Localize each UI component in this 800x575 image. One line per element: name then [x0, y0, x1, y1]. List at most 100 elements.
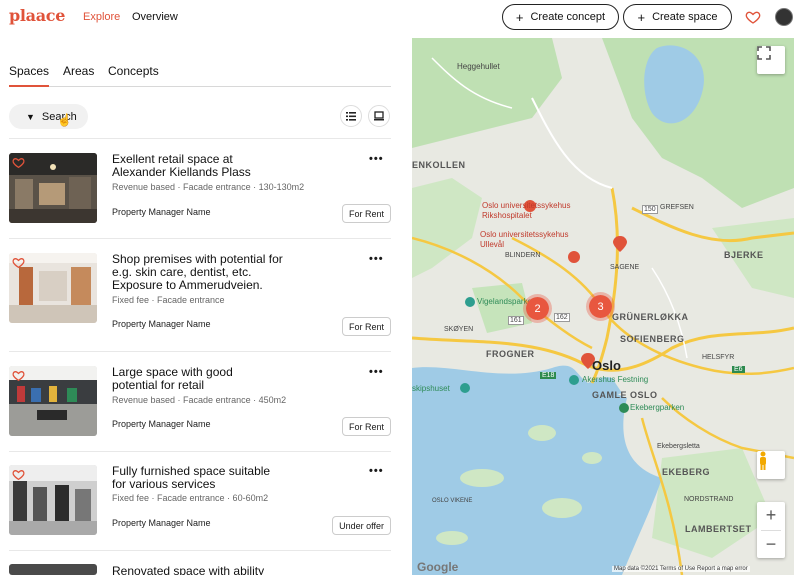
map-label-park: Ekebergparken	[630, 403, 685, 412]
property-manager-name: Property Manager Name	[112, 518, 211, 528]
map-label: ENKOLLEN	[412, 160, 466, 170]
map-label: FROGNER	[486, 349, 535, 359]
listing-image[interactable]	[9, 253, 97, 323]
fullscreen-button[interactable]	[757, 46, 785, 74]
map-label-city: Oslo	[592, 358, 621, 373]
map-label: Heggehullet	[457, 62, 500, 71]
listing-card[interactable]: Fully furnished space suitable for vario…	[9, 465, 391, 551]
fullscreen-icon	[757, 46, 771, 60]
favorite-heart-icon[interactable]	[12, 256, 25, 269]
listing-title[interactable]: Fully furnished space suitable for vario…	[112, 465, 282, 491]
map-label: BLINDERN	[505, 252, 541, 259]
more-options-button[interactable]: •••	[369, 366, 384, 378]
map-label: SOFIENBERG	[620, 334, 685, 344]
listing-image[interactable]	[9, 366, 97, 436]
street-view-pegman[interactable]	[757, 451, 785, 479]
road-sign: 150	[642, 205, 658, 214]
map[interactable]: Heggehullet ENKOLLEN Oslo universitetssy…	[412, 38, 794, 575]
property-manager-name: Property Manager Name	[112, 207, 211, 217]
property-manager-name: Property Manager Name	[112, 419, 211, 429]
plus-icon: +	[637, 9, 646, 25]
create-space-button[interactable]: + Create space	[623, 4, 732, 30]
plaace-logo[interactable]: plaace	[9, 6, 65, 25]
listing-card[interactable]: Shop premises with potential for e.g. sk…	[9, 253, 391, 352]
listing-title[interactable]: Shop premises with potential for e.g. sk…	[112, 253, 287, 292]
map-label-hospital: Oslo universitetssykehus Rikshospitalet	[482, 201, 571, 220]
listing-card[interactable]: Large space with good potential for reta…	[9, 366, 391, 452]
listing-title[interactable]: Large space with good potential for reta…	[112, 366, 262, 392]
map-label: GAMLE OSLO	[592, 390, 658, 400]
map-label: Ekebergsletta	[657, 443, 700, 450]
listing-card[interactable]: Renovated space with ability	[9, 564, 391, 575]
list-view-button[interactable]	[340, 105, 362, 127]
list-icon	[346, 111, 356, 121]
listing-title[interactable]: Exellent retail space at Alexander Kiell…	[112, 153, 282, 179]
road-sign: E18	[540, 372, 557, 379]
pointer-cursor-icon: ☝	[57, 113, 72, 127]
more-options-button[interactable]: •••	[369, 465, 384, 477]
map-cluster-marker[interactable]: 3	[586, 292, 615, 321]
favorite-heart-icon[interactable]	[12, 468, 25, 481]
listing-meta: Fixed fee · Facade entrance · 60-60m2	[112, 493, 269, 503]
favorite-heart-icon[interactable]	[12, 156, 25, 169]
active-tab-indicator	[9, 85, 49, 87]
top-bar: plaace Explore Overview + Create concept…	[0, 0, 800, 36]
map-label: GREFSEN	[660, 204, 694, 211]
map-view-button[interactable]	[368, 105, 390, 127]
status-badge: For Rent	[341, 204, 391, 223]
map-label: SKØYEN	[444, 326, 474, 333]
avatar[interactable]	[775, 8, 793, 26]
create-space-label: Create space	[652, 11, 718, 23]
tab-bar: Spaces Areas Concepts	[9, 60, 391, 87]
chevron-down-icon: ▼	[26, 111, 35, 122]
property-manager-name: Property Manager Name	[112, 319, 211, 329]
zoom-in-button[interactable]: +	[757, 502, 785, 530]
map-attribution[interactable]: Map data ©2021 Terms of Use Report a map…	[612, 566, 750, 572]
nav-explore[interactable]: Explore	[83, 11, 120, 23]
map-label: HELSFYR	[702, 354, 735, 361]
map-label: NORDSTRAND	[684, 496, 734, 503]
road-sign: 161	[508, 316, 524, 325]
pegman-icon	[760, 451, 766, 470]
map-cluster-marker[interactable]: 2	[523, 294, 552, 323]
favorites-heart-icon[interactable]	[745, 9, 761, 25]
nav-overview[interactable]: Overview	[132, 11, 178, 23]
listing-card[interactable]: Exellent retail space at Alexander Kiell…	[9, 153, 391, 239]
listing-title[interactable]: Renovated space with ability	[112, 565, 312, 575]
status-badge: For Rent	[341, 417, 391, 436]
listing-image[interactable]	[9, 564, 97, 575]
map-label: SAGENE	[610, 264, 640, 271]
listing-meta: Revenue based · Facade entrance · 450m2	[112, 395, 287, 405]
listing-meta: Revenue based · Facade entrance · 130-13…	[112, 182, 305, 192]
map-label-hospital: Oslo universitetssykehus Ullevål	[480, 230, 569, 249]
zoom-control: + −	[757, 502, 785, 558]
divider	[9, 238, 391, 239]
divider	[9, 451, 391, 452]
tab-areas[interactable]: Areas	[63, 64, 94, 78]
divider	[9, 351, 391, 352]
more-options-button[interactable]: •••	[369, 253, 384, 265]
map-label: BJERKE	[724, 250, 764, 260]
create-concept-button[interactable]: + Create concept	[502, 4, 619, 30]
map-label: GRÜNERLØKKA	[612, 312, 689, 322]
zoom-out-button[interactable]: −	[757, 531, 785, 559]
status-badge: For Rent	[341, 317, 391, 336]
tab-spaces[interactable]: Spaces	[9, 64, 49, 78]
more-options-button[interactable]: •••	[369, 153, 384, 165]
tab-concepts[interactable]: Concepts	[108, 64, 159, 78]
favorite-heart-icon[interactable]	[12, 369, 25, 382]
status-badge: Under offer	[332, 516, 391, 535]
listing-image[interactable]	[9, 465, 97, 535]
plus-icon: +	[515, 9, 524, 25]
map-label-park: Akershus Festning	[582, 375, 649, 384]
divider	[9, 138, 391, 139]
map-label: OSLO VIKENE	[432, 498, 473, 504]
listing-image[interactable]	[9, 153, 97, 223]
map-view-icon	[374, 111, 384, 121]
map-label: EKEBERG	[662, 467, 711, 477]
map-label: LAMBERTSET	[685, 524, 752, 534]
road-sign: 162	[554, 313, 570, 322]
search-toggle-button[interactable]: ▼ Search	[9, 104, 88, 129]
create-concept-label: Create concept	[530, 11, 606, 23]
google-logo: Google	[417, 560, 459, 574]
